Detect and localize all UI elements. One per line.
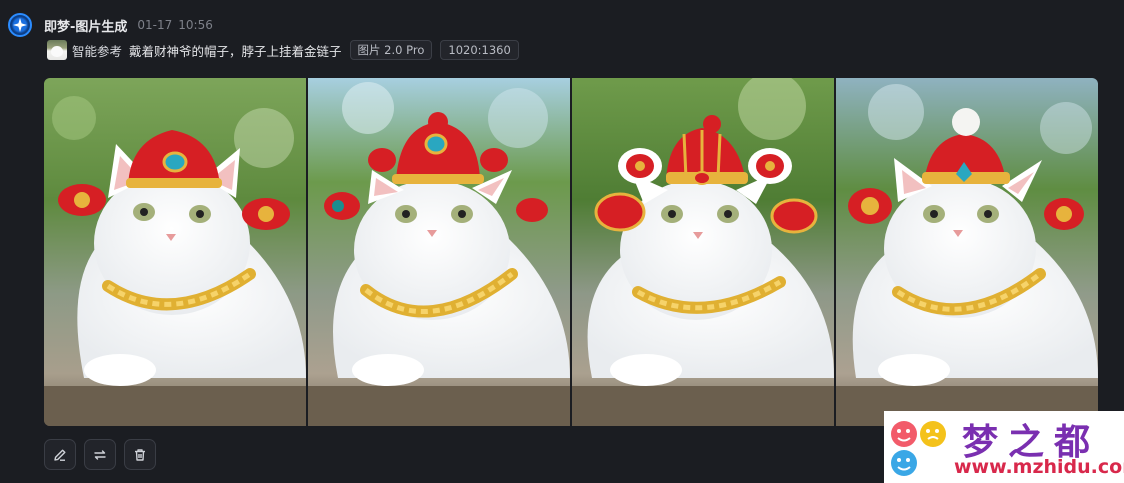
generated-image-4[interactable] <box>836 78 1098 426</box>
timestamp: 01-17 10:56 <box>137 18 212 32</box>
action-bar <box>44 439 156 470</box>
prompt-row: 智能参考 戴着财神爷的帽子，脖子上挂着金链子 图片 2.0 Pro 1020:1… <box>47 39 519 61</box>
refresh-icon <box>94 449 106 460</box>
model-tag: 图片 2.0 Pro <box>349 40 433 60</box>
prompt-text: 戴着财神爷的帽子，脖子上挂着金链子 <box>129 43 342 59</box>
app-name: 即梦-图片生成 <box>44 19 128 35</box>
watermark-url: www.mzhidu.com <box>954 456 1124 478</box>
regenerate-button[interactable] <box>84 439 116 470</box>
message-header: 即梦-图片生成 01-17 10:56 <box>8 13 213 37</box>
site-watermark: 梦之都 www.mzhidu.com <box>884 411 1124 483</box>
message-date: 01-17 <box>137 18 173 32</box>
delete-button[interactable] <box>124 439 156 470</box>
message-time: 10:56 <box>178 18 213 32</box>
sparkle-icon <box>8 13 32 37</box>
generated-image-1[interactable] <box>44 78 306 426</box>
edit-button[interactable] <box>44 439 76 470</box>
pencil-icon <box>54 449 66 461</box>
reference-thumbnail[interactable] <box>47 40 67 60</box>
image-gallery <box>44 78 1098 426</box>
smart-reference-label[interactable]: 智能参考 <box>72 41 122 60</box>
aspect-ratio-tag: 1020:1360 <box>440 40 519 60</box>
generated-image-2[interactable] <box>308 78 570 426</box>
generated-image-3[interactable] <box>572 78 834 426</box>
trash-icon <box>135 448 145 461</box>
logo-faces-icon <box>891 421 946 476</box>
